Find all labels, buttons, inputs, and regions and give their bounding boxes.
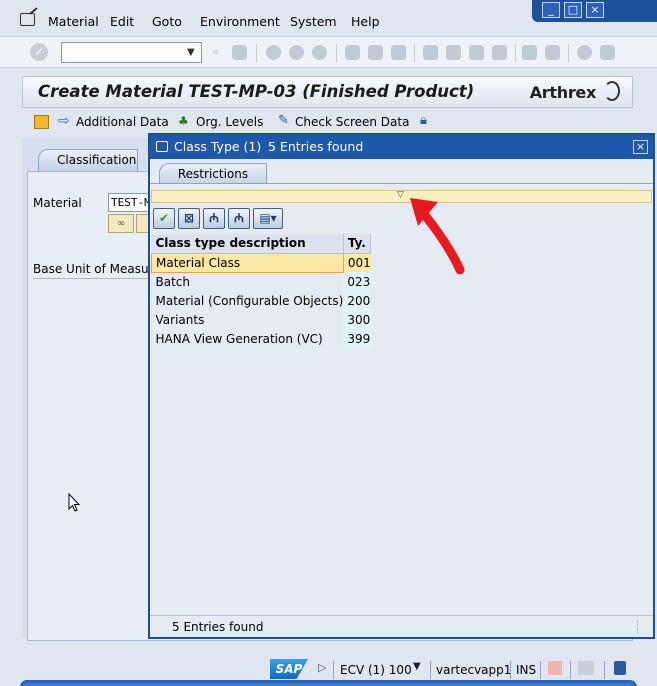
resize-grip-icon[interactable] bbox=[637, 620, 649, 633]
mouse-pointer-icon bbox=[68, 493, 80, 512]
dialog-title-bar[interactable]: Class Type (1) 5 Entries found × bbox=[150, 135, 653, 159]
tab-classification[interactable]: Classification bbox=[38, 149, 138, 171]
cell-description[interactable]: Material (Configurable Objects) bbox=[151, 291, 344, 310]
dialog-close-button[interactable]: × bbox=[633, 140, 648, 154]
command-dropdown-icon[interactable]: ▼ bbox=[187, 47, 195, 58]
hit-list-table: Class type description Ty. Material Clas… bbox=[151, 234, 372, 348]
insert-mode: INS bbox=[516, 663, 537, 677]
exit-icon[interactable] bbox=[289, 45, 304, 60]
close-window-button[interactable]: × bbox=[586, 2, 604, 18]
brand-logo: Arthrex bbox=[529, 83, 597, 102]
menu-edit[interactable]: Edit bbox=[110, 14, 134, 29]
org-levels-icon[interactable]: ♣ bbox=[178, 115, 193, 129]
cell-type[interactable]: 399 bbox=[343, 329, 371, 348]
column-header-type[interactable]: Ty. bbox=[343, 234, 372, 254]
status-expand-icon[interactable]: ▷ bbox=[318, 661, 326, 674]
window-controls: _ □ × bbox=[532, 0, 657, 22]
find-next-icon[interactable] bbox=[391, 45, 406, 60]
save-icon[interactable] bbox=[232, 45, 247, 60]
page-title: Create Material TEST-MP-03 (Finished Pro… bbox=[38, 82, 475, 101]
maximize-button[interactable]: □ bbox=[564, 2, 582, 18]
menu-material[interactable]: Material bbox=[48, 14, 99, 29]
menu-bar: Material Edit Goto Environment System He… bbox=[0, 10, 532, 34]
next-page-icon[interactable] bbox=[469, 45, 484, 60]
first-page-icon[interactable] bbox=[423, 45, 438, 60]
column-header-description[interactable]: Class type description bbox=[151, 234, 344, 254]
system-info: ECV (1) 100 bbox=[340, 663, 412, 677]
table-row[interactable]: Variants 300 bbox=[151, 310, 371, 329]
collapse-icon[interactable]: « bbox=[212, 45, 219, 58]
previous-page-icon[interactable] bbox=[446, 45, 461, 60]
connection-icon bbox=[578, 661, 594, 675]
menu-help[interactable]: Help bbox=[351, 14, 380, 29]
shortcut-icon[interactable] bbox=[545, 45, 560, 60]
enter-check-icon[interactable]: ✓ bbox=[30, 43, 48, 61]
cell-type[interactable]: 300 bbox=[343, 310, 371, 329]
cell-type[interactable]: 200 bbox=[343, 291, 371, 310]
find-binoculars-icon[interactable]: ₼ bbox=[203, 208, 225, 229]
cell-description[interactable]: Variants bbox=[151, 310, 344, 329]
annotation-arrow-icon bbox=[410, 198, 465, 275]
copy-check-icon[interactable]: ✔ bbox=[153, 208, 175, 229]
help-icon[interactable] bbox=[577, 45, 592, 60]
print-icon[interactable] bbox=[345, 45, 360, 60]
additional-data-button[interactable]: Additional Data bbox=[76, 115, 169, 129]
menu-system[interactable]: System bbox=[290, 14, 337, 29]
system-dropdown-icon[interactable]: ▼ bbox=[413, 661, 421, 672]
dialog-footer-count: 5 Entries found bbox=[172, 620, 264, 634]
restrictions-divider bbox=[150, 183, 653, 184]
print-dropdown-icon[interactable]: ▤▾ bbox=[253, 208, 283, 229]
check-screen-icon[interactable]: ✎ bbox=[278, 114, 293, 129]
class-type-dialog: Class Type (1) 5 Entries found × Restric… bbox=[148, 133, 655, 639]
check-screen-data-button[interactable]: Check Screen Data bbox=[295, 115, 409, 129]
table-row[interactable]: Material Class 001 bbox=[151, 252, 371, 273]
menu-goto[interactable]: Goto bbox=[152, 14, 182, 29]
last-page-icon[interactable] bbox=[492, 45, 507, 60]
expand-triangle-icon[interactable]: ▽ bbox=[397, 190, 404, 200]
status-lock-icon[interactable] bbox=[614, 661, 626, 675]
material-label: Material bbox=[33, 196, 82, 210]
uom-divider bbox=[33, 278, 150, 279]
back-icon[interactable] bbox=[266, 45, 281, 60]
material-glasses-icon[interactable]: ∞ bbox=[108, 214, 134, 233]
layout-menu-icon[interactable] bbox=[600, 45, 615, 60]
find-next-binoculars-icon[interactable]: ₼ bbox=[228, 208, 250, 229]
find-icon[interactable] bbox=[368, 45, 383, 60]
menu-edit-icon[interactable] bbox=[20, 13, 35, 26]
command-field[interactable] bbox=[61, 42, 202, 63]
window-frame-bottom bbox=[20, 680, 637, 686]
cell-description[interactable]: Material Class bbox=[151, 252, 344, 273]
cell-type[interactable]: 001 bbox=[343, 253, 371, 272]
base-uom-label: Base Unit of Measure bbox=[33, 262, 161, 276]
dialog-entry-count: 5 Entries found bbox=[268, 139, 364, 154]
cancel-icon[interactable] bbox=[312, 45, 327, 60]
dialog-status-bar: 5 Entries found bbox=[150, 615, 653, 637]
server-name: vartecvapp1 bbox=[436, 663, 512, 677]
tab-restrictions[interactable]: Restrictions bbox=[159, 163, 267, 184]
restrictions-expand-bar[interactable]: ▽ bbox=[151, 190, 652, 203]
performance-icon bbox=[548, 661, 562, 675]
menu-environment[interactable]: Environment bbox=[200, 14, 280, 29]
material-field[interactable]: TEST-MP-03 bbox=[108, 193, 150, 212]
sap-logo: SAP bbox=[270, 659, 308, 679]
cancel-x-icon[interactable]: ⊠ bbox=[178, 208, 200, 229]
screen-title-bar: Create Material TEST-MP-03 (Finished Pro… bbox=[22, 76, 633, 108]
cell-description[interactable]: HANA View Generation (VC) bbox=[151, 329, 344, 348]
dialog-edit-icon bbox=[156, 141, 168, 152]
additional-data-new-icon[interactable] bbox=[34, 115, 49, 129]
dialog-toolbar: ✔ ⊠ ₼ ₼ ▤▾ bbox=[151, 207, 652, 231]
new-session-icon[interactable] bbox=[522, 45, 537, 60]
table-row[interactable]: HANA View Generation (VC) 399 bbox=[151, 329, 371, 348]
table-row[interactable]: Material (Configurable Objects) 200 bbox=[151, 291, 371, 310]
standard-toolbar: ✓ ▼ « bbox=[0, 36, 657, 68]
cell-description[interactable]: Batch bbox=[151, 272, 344, 291]
brand-swirl-icon bbox=[604, 81, 620, 101]
arrow-right-icon[interactable]: ⇨ bbox=[58, 114, 73, 129]
minimize-button[interactable]: _ bbox=[542, 2, 560, 18]
dialog-title: Class Type (1) bbox=[174, 139, 262, 154]
org-levels-button[interactable]: Org. Levels bbox=[196, 115, 263, 129]
cell-type[interactable]: 023 bbox=[343, 272, 371, 291]
lock-icon[interactable]: 🔒︎ bbox=[420, 114, 435, 129]
table-row[interactable]: Batch 023 bbox=[151, 272, 371, 291]
